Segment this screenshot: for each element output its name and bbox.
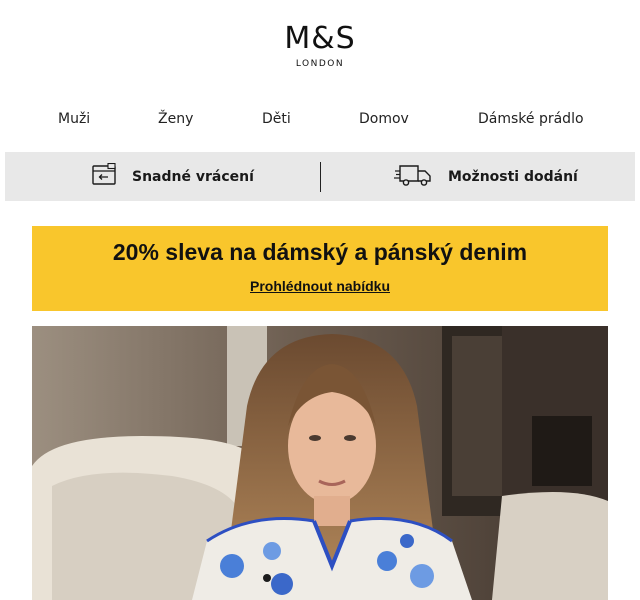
delivery-truck-icon xyxy=(394,162,434,192)
hero-photo-icon xyxy=(32,326,608,600)
promo-title: 20% sleva na dámský a pánský denim xyxy=(112,239,528,265)
brand-logo[interactable]: M&S LONDON xyxy=(0,22,640,70)
delivery-label: Možnosti dodání xyxy=(448,168,578,185)
nav-item-muzi[interactable]: Muži xyxy=(58,108,90,130)
nav-item-damske-pradlo[interactable]: Dámské prádlo xyxy=(478,108,584,130)
brand-sub: LONDON xyxy=(295,59,345,69)
service-bar: Snadné vrácení Možnosti dodání xyxy=(5,152,635,201)
promo-banner[interactable]: 20% sleva na dámský a pánský denim Prohl… xyxy=(32,226,608,311)
nav-item-domov[interactable]: Domov xyxy=(359,108,409,130)
delivery-link[interactable]: Možnosti dodání xyxy=(394,152,578,201)
returns-link[interactable]: Snadné vrácení xyxy=(90,152,254,201)
nav-item-zeny[interactable]: Ženy xyxy=(158,108,193,130)
nav-item-deti[interactable]: Děti xyxy=(262,108,291,130)
service-divider xyxy=(320,162,321,192)
hero-image[interactable] xyxy=(32,326,608,600)
returns-label: Snadné vrácení xyxy=(132,168,254,185)
brand-name: M&S xyxy=(284,21,356,56)
promo-link[interactable]: Prohlédnout nabídku xyxy=(250,278,390,294)
main-nav: Muži Ženy Děti Domov Dámské prádlo xyxy=(0,108,640,130)
return-box-icon xyxy=(90,162,118,191)
